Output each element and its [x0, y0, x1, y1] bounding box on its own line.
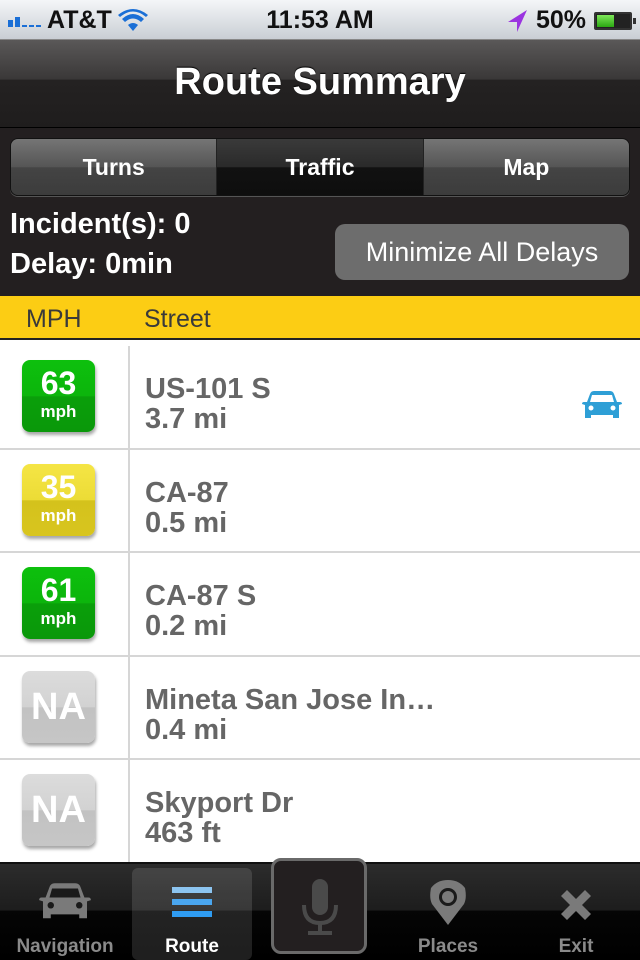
street-name: Skyport Dr	[145, 787, 294, 819]
street-name: CA-87 S	[145, 580, 257, 612]
street-distance: 463 ft	[145, 817, 221, 849]
battery-percent: 50%	[535, 6, 586, 34]
minimize-all-delays-button[interactable]: Minimize All Delays	[335, 224, 629, 280]
table-row[interactable]: NA Skyport Dr 463 ft	[0, 760, 640, 862]
car-icon	[39, 883, 91, 919]
speed-badge: 63 mph	[22, 360, 95, 432]
column-header-mph: MPH	[26, 305, 82, 333]
incident-count: Incident(s): 0	[10, 208, 191, 240]
battery-icon	[594, 11, 636, 30]
speed-value: 35	[40, 468, 77, 505]
delay-value: Delay: 0min	[10, 248, 173, 280]
voice-command-button[interactable]	[271, 858, 367, 954]
column-divider	[128, 449, 130, 553]
speed-badge: NA	[22, 670, 95, 743]
tab-navigation[interactable]: Navigation	[5, 868, 125, 960]
summary-panel: Turns Traffic Map Incident(s): 0 Delay: …	[0, 128, 640, 296]
list-icon	[172, 887, 212, 917]
tab-label: Navigation	[16, 936, 114, 957]
speed-value: 63	[40, 365, 77, 401]
speed-badge: 35 mph	[22, 463, 95, 536]
close-icon	[561, 890, 591, 920]
speed-badge: 61 mph	[22, 567, 95, 639]
tab-label: Places	[417, 936, 479, 957]
nav-bar: Route Summary	[0, 40, 640, 128]
car-icon	[582, 391, 622, 418]
route-segment-list[interactable]: 63 mph US-101 S 3.7 mi 35 mph CA-87 0.5 …	[0, 340, 640, 862]
speed-unit: mph	[40, 402, 77, 421]
map-pin-icon	[430, 880, 466, 925]
tab-label: Exit	[558, 936, 594, 957]
street-distance: 0.2 mi	[145, 610, 228, 642]
speed-value: NA	[31, 789, 86, 831]
column-divider	[128, 656, 130, 760]
speed-unit: mph	[40, 609, 77, 628]
page-title: Route Summary	[174, 61, 466, 103]
location-arrow-icon	[507, 9, 527, 32]
bottom-tab-bar: Navigation Route Places Exit	[0, 858, 640, 960]
column-divider	[128, 346, 130, 450]
column-header-street: Street	[144, 305, 211, 333]
speed-unit: mph	[40, 505, 77, 525]
tab-places[interactable]: Places	[388, 868, 508, 960]
street-name: Mineta San Jose In…	[145, 683, 436, 716]
table-row[interactable]: 63 mph US-101 S 3.7 mi	[0, 346, 640, 450]
tab-turns[interactable]: Turns	[11, 139, 218, 195]
street-name: US-101 S	[145, 373, 271, 405]
column-divider	[128, 760, 130, 862]
microphone-icon	[302, 879, 338, 935]
column-divider	[128, 553, 130, 657]
street-name: CA-87	[145, 476, 229, 509]
tab-map[interactable]: Map	[423, 139, 629, 195]
status-bar: AT&T 11:53 AM 50%	[0, 0, 640, 40]
street-distance: 3.7 mi	[145, 403, 228, 435]
tab-route[interactable]: Route	[132, 868, 252, 960]
street-distance: 0.4 mi	[145, 713, 228, 746]
speed-value: NA	[31, 685, 86, 728]
table-row[interactable]: NA Mineta San Jose In… 0.4 mi	[0, 656, 640, 760]
tab-traffic[interactable]: Traffic	[217, 139, 424, 195]
speed-value: 61	[40, 572, 77, 608]
speed-badge: NA	[22, 774, 95, 846]
table-row[interactable]: 61 mph CA-87 S 0.2 mi	[0, 553, 640, 657]
tab-label: Route	[165, 936, 219, 957]
table-row[interactable]: 35 mph CA-87 0.5 mi	[0, 449, 640, 553]
view-segmented-control: Turns Traffic Map	[10, 138, 630, 196]
tab-exit[interactable]: Exit	[516, 868, 636, 960]
street-distance: 0.5 mi	[145, 506, 228, 539]
table-header: MPH Street	[0, 296, 640, 340]
